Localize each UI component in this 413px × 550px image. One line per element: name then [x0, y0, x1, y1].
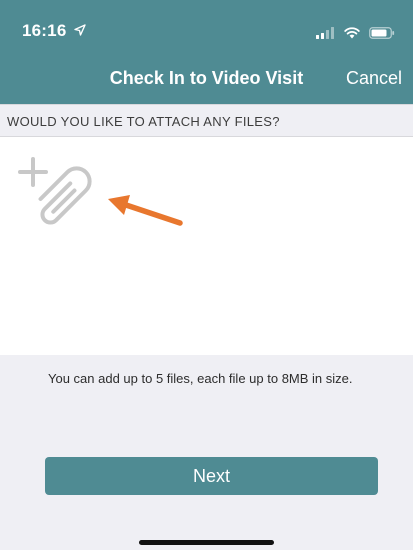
wifi-icon [343, 27, 360, 39]
status-icons [311, 24, 395, 39]
battery-icon [369, 26, 395, 39]
header-bar: 16:16 Check In to Video Visit Cancel [0, 0, 413, 104]
file-limit-info: You can add up to 5 files, each file up … [48, 371, 353, 386]
add-attachment-icon[interactable] [18, 155, 108, 235]
status-time: 16:16 [22, 21, 67, 40]
next-button[interactable]: Next [45, 457, 378, 495]
signal-icon [316, 26, 335, 39]
section-header-label: WOULD YOU LIKE TO ATTACH ANY FILES? [7, 114, 280, 129]
section-header: WOULD YOU LIKE TO ATTACH ANY FILES? [0, 104, 413, 137]
check-in-screen: 16:16 Check In to Video Visit Cancel WOU… [0, 0, 413, 550]
cancel-button[interactable]: Cancel [346, 68, 402, 89]
home-indicator [139, 540, 274, 545]
footer: You can add up to 5 files, each file up … [0, 355, 413, 550]
location-arrow-icon [74, 24, 86, 36]
attachment-area [0, 137, 413, 355]
orange-arrow-icon [108, 195, 183, 226]
